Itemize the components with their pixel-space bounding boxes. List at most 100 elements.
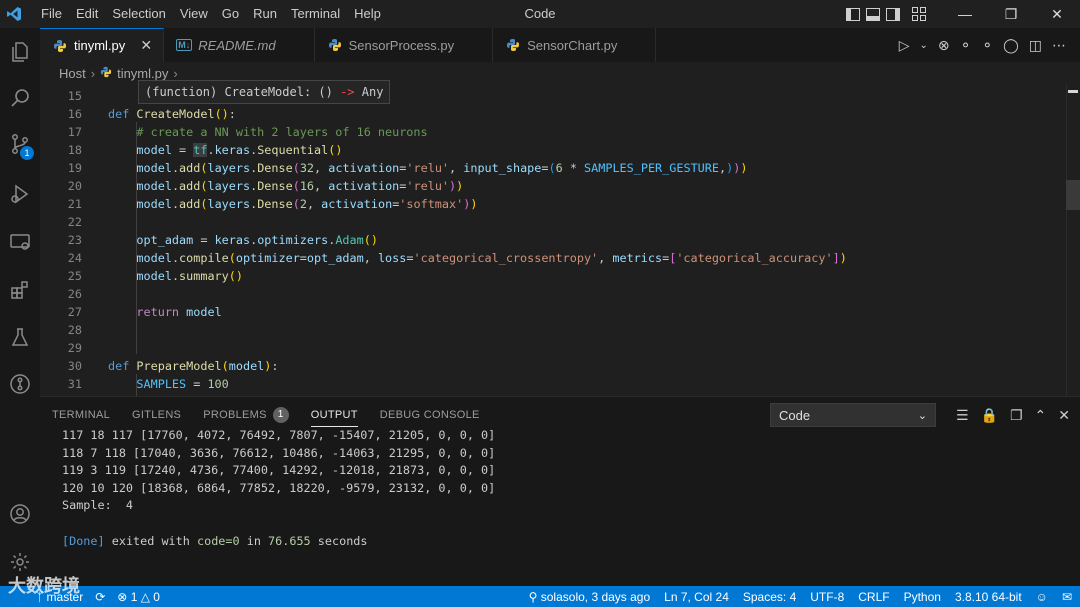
menu-help[interactable]: Help — [347, 0, 388, 28]
output-line: 119 3 119 [17240, 4736, 77400, 14292, -1… — [62, 463, 496, 478]
tab-readme[interactable]: M↓ README.md ✕ — [164, 28, 315, 62]
language-mode[interactable]: Python — [904, 590, 941, 604]
extensions-icon[interactable] — [0, 270, 40, 310]
done-in: in — [246, 533, 261, 548]
code-editor[interactable]: 15 16 def CreateModel(): 17 # create a NN… — [40, 84, 1080, 396]
menu-file[interactable]: File — [34, 0, 69, 28]
split-editor-icon[interactable]: ◫ — [1029, 37, 1042, 54]
sync-icon[interactable]: ⟳ — [95, 590, 105, 604]
close-tab-icon[interactable]: ✕ — [139, 37, 153, 54]
minimize-button[interactable]: — — [942, 0, 988, 28]
close-panel-icon[interactable]: ✕ — [1058, 407, 1070, 424]
tab-label: SensorChart.py — [527, 37, 618, 53]
code-line: 26 — [67, 287, 82, 301]
scrollbar-thumb[interactable] — [1066, 180, 1080, 210]
toggle-primary-sidebar-icon[interactable] — [846, 7, 860, 21]
explorer-icon[interactable] — [0, 32, 40, 72]
remote-explorer-icon[interactable] — [0, 222, 40, 262]
gitlens-commit-icon[interactable]: ⊗ — [938, 37, 950, 54]
tab-label: README.md — [198, 37, 276, 53]
hover-arrow: -> — [340, 85, 355, 99]
output-line: Sample: 4 — [62, 498, 134, 513]
problems-status[interactable]: ⊗ 1 △ 0 — [117, 590, 160, 604]
blame-text: solasolo, 3 days ago — [540, 589, 651, 604]
editor-scrollbar[interactable] — [1066, 84, 1080, 396]
chevron-down-icon[interactable]: ⌄ — [920, 40, 928, 51]
bottom-panel: TERMINAL GITLENS PROBLEMS 1 OUTPUT DEBUG … — [40, 396, 1080, 586]
code-line: 29 — [67, 341, 82, 355]
tab-sensorchart[interactable]: SensorChart.py ✕ — [493, 28, 657, 62]
source-control-icon[interactable] — [0, 124, 40, 164]
chevron-right-icon: › — [173, 65, 178, 81]
run-debug-icon[interactable] — [0, 174, 40, 214]
output-line: 120 10 120 [18368, 6864, 77852, 18220, -… — [62, 480, 496, 495]
done-tag: [Done] — [62, 533, 105, 548]
testing-icon[interactable] — [0, 318, 40, 358]
notifications-bell-icon[interactable]: ✉ — [1062, 590, 1072, 604]
git-blame-status[interactable]: ⚲ solasolo, 3 days ago — [529, 590, 651, 604]
menu-view[interactable]: View — [173, 0, 215, 28]
run-file-icon[interactable]: ▷ — [899, 37, 910, 54]
done-unit: seconds — [317, 533, 368, 548]
encoding-status[interactable]: UTF-8 — [810, 590, 844, 604]
output-channel-select[interactable]: Code ⌄ — [769, 403, 936, 427]
menu-bar: File Edit Selection View Go Run Terminal… — [34, 0, 388, 28]
python-icon — [100, 66, 112, 81]
open-in-editor-icon[interactable]: ❐ — [1010, 407, 1023, 424]
python-interpreter[interactable]: 3.8.10 64-bit — [955, 590, 1022, 604]
menu-terminal[interactable]: Terminal — [284, 0, 347, 28]
tab-tinyml[interactable]: tinyml.py ✕ — [40, 28, 165, 62]
code-line: 23 opt_adam = keras.optimizers.Adam() — [67, 233, 378, 247]
customize-layout-icon[interactable] — [912, 7, 926, 21]
clear-output-icon[interactable]: ☰ — [956, 407, 969, 424]
code-line: 16 def CreateModel(): — [67, 107, 236, 121]
status-bar: ᛉ master ⟳ ⊗ 1 △ 0 ⚲ solasolo, 3 days ag… — [0, 586, 1080, 607]
code-line: 25 model.summary() — [67, 269, 243, 283]
toggle-secondary-sidebar-icon[interactable] — [886, 7, 900, 21]
maximize-panel-icon[interactable]: ⌃ — [1035, 407, 1047, 424]
live-share-icon[interactable]: ☺ — [1036, 590, 1048, 604]
warning-count: 0 — [153, 589, 160, 604]
python-icon — [52, 38, 68, 54]
next-change-icon[interactable]: ⚬ — [981, 37, 993, 54]
restore-button[interactable]: ❐ — [988, 0, 1034, 28]
menu-selection[interactable]: Selection — [105, 0, 172, 28]
breadcrumb-file[interactable]: tinyml.py — [117, 66, 168, 81]
code-line: 17 # create a NN with 2 layers of 16 neu… — [67, 125, 428, 139]
menu-go[interactable]: Go — [215, 0, 246, 28]
output-channel-value: Code — [778, 407, 811, 423]
code-line: 24 model.compile(optimizer=opt_adam, los… — [67, 251, 847, 265]
vscode-logo-icon — [0, 0, 28, 28]
code-line: 31 SAMPLES = 100 — [67, 377, 229, 391]
indentation-status[interactable]: Spaces: 4 — [743, 590, 796, 604]
output-done-line: [Done] exited with code=0 in 76.655 seco… — [62, 533, 495, 551]
hover-return-type: Any — [361, 85, 384, 99]
eol-status[interactable]: CRLF — [858, 590, 889, 604]
chevron-down-icon: ⌄ — [917, 409, 927, 422]
toggle-panel-icon[interactable] — [866, 7, 880, 21]
close-window-button[interactable]: ✕ — [1034, 0, 1080, 28]
breadcrumb-host[interactable]: Host — [59, 66, 86, 81]
account-icon[interactable] — [0, 494, 40, 534]
open-changes-icon[interactable]: ◯ — [1003, 37, 1019, 54]
cursor-position[interactable]: Ln 7, Col 24 — [664, 590, 729, 604]
error-count: 1 — [130, 589, 138, 604]
chevron-right-icon: › — [90, 65, 96, 81]
lock-scroll-icon[interactable]: 🔒 — [981, 407, 998, 424]
menu-edit[interactable]: Edit — [69, 0, 105, 28]
tab-label: tinyml.py — [74, 38, 126, 53]
code-line: 19 model.add(layers.Dense(32, activation… — [67, 161, 748, 175]
problems-count-badge: 1 — [272, 407, 289, 423]
output-content[interactable]: 117 18 117 [17760, 4072, 76492, 7807, -1… — [62, 427, 495, 550]
python-icon — [505, 37, 521, 53]
output-line: 117 18 117 [17760, 4072, 76492, 7807, -1… — [62, 428, 496, 442]
previous-change-icon[interactable]: ⚬ — [960, 37, 972, 54]
output-line: 118 7 118 [17040, 3636, 76612, 10486, -1… — [62, 445, 496, 460]
tab-sensorprocess[interactable]: SensorProcess.py ✕ — [315, 28, 494, 62]
python-icon — [327, 37, 343, 53]
more-actions-icon[interactable]: ⋯ — [1052, 37, 1066, 54]
code-line: 21 model.add(layers.Dense(2, activation=… — [67, 197, 478, 211]
gitlens-icon[interactable] — [0, 364, 40, 404]
search-icon[interactable] — [0, 78, 40, 118]
menu-run[interactable]: Run — [246, 0, 284, 28]
